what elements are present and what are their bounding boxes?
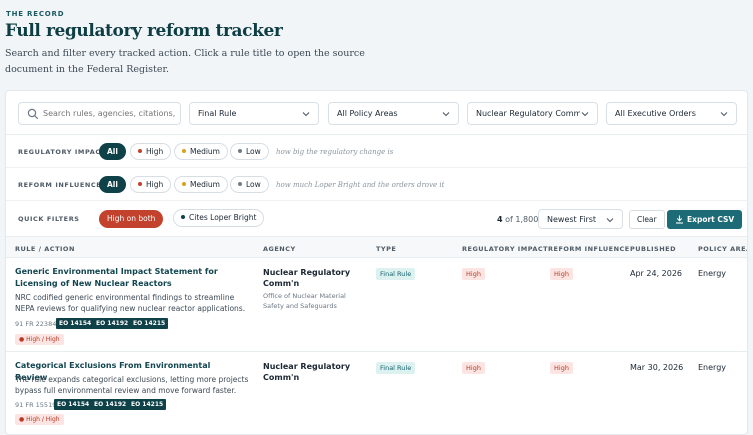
col-regulatory-impact: REGULATORY IMPACT — [462, 245, 549, 253]
high-high-tag: ● High / High — [15, 414, 64, 425]
agency-select-value: Nuclear Regulatory Comm'n — [476, 109, 580, 118]
type-badge: Final Rule — [376, 268, 416, 280]
influence-badge: High — [550, 268, 573, 280]
quick-filter-high-both[interactable]: High on both — [99, 210, 164, 228]
fr-citation: 91 FR 15519 — [15, 401, 57, 409]
eo-badge: EO 14192 — [93, 318, 132, 329]
influence-pill-all[interactable]: All — [99, 176, 126, 193]
quick-filter-loper-bright[interactable]: Cites Loper Bright — [173, 209, 265, 227]
chevron-down-icon — [442, 112, 450, 117]
impact-pill-medium-label: Medium — [190, 147, 220, 156]
policy-area: Energy — [698, 269, 727, 278]
eo-badge: EO 14154 — [56, 318, 95, 329]
agency-name: Nuclear Regulatory Comm'n — [263, 268, 351, 288]
sort-select[interactable]: Newest First — [538, 209, 623, 229]
rule-title-link[interactable]: Generic Environmental Impact Statement f… — [15, 266, 240, 289]
impact-badge: High — [462, 362, 485, 374]
low-dot-icon — [238, 182, 242, 186]
quick-filter-row: QUICK FILTERS High on both Cites Loper B… — [6, 202, 747, 236]
influence-pill-medium-label: Medium — [190, 180, 220, 189]
policy-area: Energy — [698, 363, 727, 372]
high-high-tag: ● High / High — [15, 334, 64, 345]
col-published: PUBLISHED — [630, 245, 677, 253]
influence-pill-high-label: High — [146, 180, 164, 189]
quick-filter-loper-bright-label: Cites Loper Bright — [189, 213, 257, 222]
impact-pill-low[interactable]: Low — [230, 143, 269, 160]
quick-filter-label: QUICK FILTERS — [18, 215, 80, 223]
executive-order-select[interactable]: All Executive Orders — [606, 102, 737, 125]
kicker: THE RECORD — [6, 10, 65, 18]
influence-pill-low[interactable]: Low — [230, 176, 269, 193]
chevron-down-icon — [581, 112, 589, 117]
medium-dot-icon — [182, 182, 186, 186]
chevron-down-icon — [606, 218, 614, 223]
table-row: Generic Environmental Impact Statement f… — [6, 258, 747, 352]
type-badge: Final Rule — [376, 362, 416, 374]
eo-badge: EO 14192 — [91, 399, 130, 410]
search-icon — [27, 108, 39, 120]
influence-pill-medium[interactable]: Medium — [174, 176, 228, 193]
col-type: TYPE — [376, 245, 397, 253]
influence-pill-high[interactable]: High — [130, 176, 172, 193]
high-dot-icon — [138, 182, 142, 186]
sub-agency-name: Office of Nuclear Material Safety and Sa… — [263, 292, 346, 310]
chevron-down-icon — [302, 112, 310, 117]
sort-select-value: Newest First — [547, 215, 597, 224]
search-box[interactable] — [18, 102, 181, 125]
table-header: RULE / ACTION AGENCY TYPE REGULATORY IMP… — [6, 236, 748, 258]
clear-button[interactable]: Clear — [629, 210, 665, 229]
search-input[interactable] — [43, 106, 177, 121]
table-row: Categorical Exclusions From Environmenta… — [6, 352, 747, 434]
impact-pill-high[interactable]: High — [130, 143, 172, 160]
agency-select[interactable]: Nuclear Regulatory Comm'n — [467, 102, 598, 125]
published-date: Mar 30, 2026 — [630, 363, 684, 372]
toolbar: Final Rule All Policy Areas Nuclear Regu… — [6, 91, 747, 135]
eo-badge: EO 14215 — [128, 399, 167, 410]
col-rule-action: RULE / ACTION — [15, 245, 75, 253]
export-csv-button[interactable]: Export CSV — [667, 210, 743, 229]
impact-filter-hint: how big the regulatory change is — [276, 148, 394, 156]
fr-citation: 91 FR 22384 — [15, 320, 57, 328]
eo-badge: EO 14215 — [130, 318, 169, 329]
influence-filter-label: REFORM INFLUENCE — [18, 181, 102, 189]
col-reform-influence: REFORM INFLUENCE — [548, 245, 630, 253]
col-policy-area: POLICY AREA — [698, 245, 748, 253]
export-csv-label: Export CSV — [687, 215, 735, 224]
dot-icon — [181, 215, 185, 219]
page-title: Full regulatory reform tracker — [5, 21, 283, 41]
result-count-total: of 1,800 — [505, 215, 539, 224]
influence-filter-row: REFORM INFLUENCE All High Medium Low how… — [6, 169, 747, 201]
rule-description: The rule expands categorical exclusions,… — [15, 375, 249, 395]
result-count-shown: 4 — [497, 215, 503, 224]
influence-filter-hint: how much Loper Bright and the orders dro… — [276, 181, 445, 189]
high-dot-icon — [138, 149, 142, 153]
page-subtitle: Search and filter every tracked action. … — [5, 48, 365, 75]
low-dot-icon — [238, 149, 242, 153]
policy-area-select[interactable]: All Policy Areas — [328, 102, 459, 125]
rule-description: NRC codified generic environmental findi… — [15, 293, 246, 313]
tracker-card: Final Rule All Policy Areas Nuclear Regu… — [5, 90, 748, 435]
impact-pill-all[interactable]: All — [99, 143, 126, 160]
published-date: Apr 24, 2026 — [630, 269, 683, 278]
impact-badge: High — [462, 268, 485, 280]
medium-dot-icon — [182, 149, 186, 153]
type-select[interactable]: Final Rule — [189, 102, 319, 125]
impact-pill-low-label: Low — [246, 147, 261, 156]
influence-pill-low-label: Low — [246, 180, 261, 189]
type-select-value: Final Rule — [198, 109, 237, 118]
impact-filter-label: REGULATORY IMPACT — [18, 148, 106, 156]
col-agency: AGENCY — [263, 245, 296, 253]
executive-order-select-value: All Executive Orders — [615, 109, 696, 118]
chevron-down-icon — [720, 112, 728, 117]
impact-filter-row: REGULATORY IMPACT All High Medium Low ho… — [6, 136, 747, 168]
agency-name: Nuclear Regulatory Comm'n — [263, 362, 351, 382]
eo-badge: EO 14154 — [54, 399, 93, 410]
influence-badge: High — [550, 362, 573, 374]
impact-pill-medium[interactable]: Medium — [174, 143, 228, 160]
download-icon — [676, 215, 683, 224]
policy-area-select-value: All Policy Areas — [337, 109, 398, 118]
impact-pill-high-label: High — [146, 147, 164, 156]
result-count: 4 of 1,800 — [497, 215, 538, 224]
